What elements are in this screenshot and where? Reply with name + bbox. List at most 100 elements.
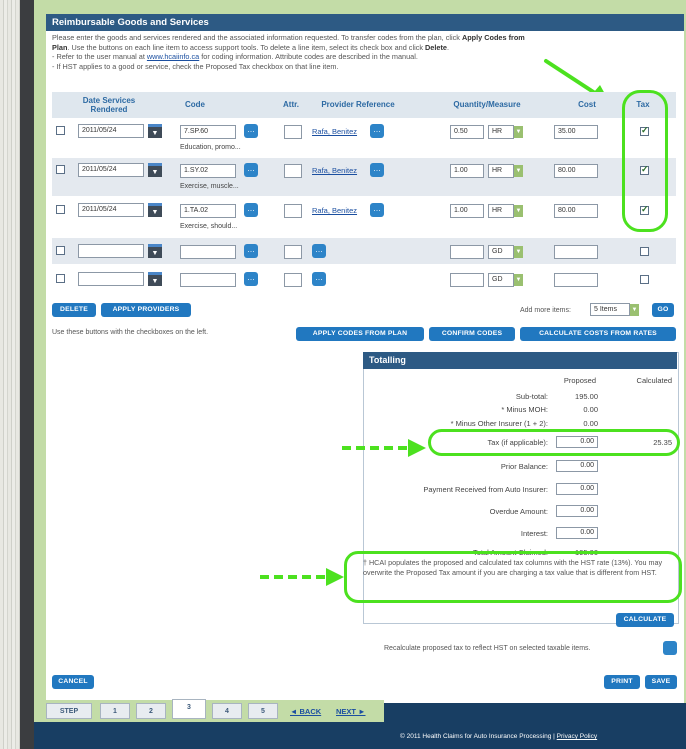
confirm-codes-button[interactable]: CONFIRM CODES	[429, 327, 515, 341]
date-input[interactable]: 2011/05/24	[78, 124, 144, 138]
provider-lookup-button[interactable]: …	[312, 244, 326, 258]
prior-balance-input[interactable]: 0.00	[556, 460, 598, 472]
attr-input[interactable]	[284, 164, 302, 178]
add-more-dropdown-icon[interactable]: ▼	[630, 304, 639, 316]
header-cost: Cost	[578, 100, 596, 109]
row-select-checkbox[interactable]	[56, 246, 65, 255]
date-input[interactable]	[78, 244, 144, 258]
provider-link[interactable]: Rafa, Benitez	[312, 127, 357, 136]
quantity-input[interactable]: 1.00	[450, 204, 484, 218]
dashed-arrow-tax	[342, 439, 426, 457]
quantity-input[interactable]: 0.50	[450, 125, 484, 139]
quantity-input[interactable]	[450, 245, 484, 259]
calendar-dropdown-icon[interactable]: ▼	[148, 272, 162, 286]
header-attr: Attr.	[283, 100, 299, 109]
print-button[interactable]: PRINT	[604, 675, 640, 689]
row-select-checkbox[interactable]	[56, 274, 65, 283]
code-input[interactable]	[180, 273, 236, 287]
prior-balance-label: Prior Balance:	[500, 462, 548, 471]
back-link[interactable]: ◄ BACK	[290, 707, 321, 716]
col-proposed: Proposed	[563, 376, 596, 385]
quantity-input[interactable]	[450, 273, 484, 287]
recalc-label: Recalculate proposed tax to reflect HST …	[384, 645, 591, 652]
overdue-input[interactable]: 0.00	[556, 505, 598, 517]
calculate-costs-button[interactable]: CALCULATE COSTS FROM RATES	[520, 327, 676, 341]
date-input[interactable]: 2011/05/24	[78, 203, 144, 217]
provider-lookup-button[interactable]: …	[370, 163, 384, 177]
attr-input[interactable]	[284, 273, 302, 287]
calendar-dropdown-icon[interactable]: ▼	[148, 244, 162, 258]
apply-codes-from-plan-button[interactable]: APPLY CODES FROM PLAN	[296, 327, 424, 341]
cost-input[interactable]	[554, 273, 598, 287]
calendar-dropdown-icon[interactable]: ▼	[148, 124, 162, 138]
tax-checkbox[interactable]	[640, 275, 649, 284]
step-2[interactable]: 2	[136, 703, 166, 719]
cancel-button[interactable]: CANCEL	[52, 675, 94, 689]
apply-providers-button[interactable]: APPLY PROVIDERS	[101, 303, 191, 317]
go-button[interactable]: GO	[652, 303, 674, 317]
code-input[interactable]	[180, 245, 236, 259]
instr-text: Please enter the goods and services rend…	[52, 33, 462, 42]
header-code: Code	[185, 100, 205, 109]
calculate-button[interactable]: CALCULATE	[616, 613, 674, 627]
code-lookup-button[interactable]: …	[244, 272, 258, 286]
cost-input[interactable]: 35.00	[554, 125, 598, 139]
measure-select[interactable]: GD	[488, 245, 514, 259]
attr-input[interactable]	[284, 245, 302, 259]
instr-bold: Apply Codes from	[461, 33, 525, 42]
measure-select[interactable]: HR	[488, 164, 514, 178]
cost-input[interactable]	[554, 245, 598, 259]
save-button[interactable]: SAVE	[645, 675, 677, 689]
calendar-dropdown-icon[interactable]: ▼	[148, 203, 162, 217]
date-input[interactable]	[78, 272, 144, 286]
step-5[interactable]: 5	[248, 703, 278, 719]
tax-column-highlight	[622, 90, 668, 232]
attr-input[interactable]	[284, 204, 302, 218]
measure-dropdown-icon[interactable]: ▼	[514, 246, 523, 258]
calendar-dropdown-icon[interactable]: ▼	[148, 163, 162, 177]
step-1[interactable]: 1	[100, 703, 130, 719]
quantity-input[interactable]: 1.00	[450, 164, 484, 178]
tax-checkbox[interactable]	[640, 247, 649, 256]
date-input[interactable]: 2011/05/24	[78, 163, 144, 177]
provider-lookup-button[interactable]: …	[370, 124, 384, 138]
provider-lookup-button[interactable]: …	[370, 203, 384, 217]
measure-dropdown-icon[interactable]: ▼	[514, 165, 523, 177]
cost-input[interactable]: 80.00	[554, 164, 598, 178]
code-input[interactable]: 1.TA.02	[180, 204, 236, 218]
code-lookup-button[interactable]: …	[244, 203, 258, 217]
provider-lookup-button[interactable]: …	[312, 272, 326, 286]
attr-input[interactable]	[284, 125, 302, 139]
step-4[interactable]: 4	[212, 703, 242, 719]
recalc-checkbox[interactable]	[663, 641, 677, 655]
measure-dropdown-icon[interactable]: ▼	[514, 126, 523, 138]
cost-input[interactable]: 80.00	[554, 204, 598, 218]
measure-select[interactable]: HR	[488, 125, 514, 139]
code-lookup-button[interactable]: …	[244, 244, 258, 258]
measure-select[interactable]: HR	[488, 204, 514, 218]
manual-link[interactable]: www.hcaiinfo.ca	[147, 52, 199, 61]
provider-link[interactable]: Rafa, Benitez	[312, 206, 357, 215]
code-lookup-button[interactable]: …	[244, 163, 258, 177]
code-input[interactable]: 1.SY.02	[180, 164, 236, 178]
code-input[interactable]: 7.SP.60	[180, 125, 236, 139]
code-description: Education, promo...	[180, 144, 241, 151]
add-more-select[interactable]: 5 Items	[590, 303, 630, 316]
delete-button[interactable]: DELETE	[52, 303, 96, 317]
row-select-checkbox[interactable]	[56, 165, 65, 174]
measure-dropdown-icon[interactable]: ▼	[514, 205, 523, 217]
code-lookup-button[interactable]: …	[244, 124, 258, 138]
step-3-current[interactable]: 3	[172, 699, 206, 719]
row-select-checkbox[interactable]	[56, 126, 65, 135]
provider-link[interactable]: Rafa, Benitez	[312, 166, 357, 175]
table-row: ▼ … … GD ▼	[52, 238, 676, 264]
privacy-policy-link[interactable]: Privacy Policy	[557, 733, 597, 740]
interest-input[interactable]: 0.00	[556, 527, 598, 539]
next-link[interactable]: NEXT ►	[336, 707, 366, 716]
tax-row-highlight	[428, 429, 680, 456]
overdue-label: Overdue Amount:	[489, 507, 548, 516]
measure-select[interactable]: GD	[488, 273, 514, 287]
row-select-checkbox[interactable]	[56, 205, 65, 214]
measure-dropdown-icon[interactable]: ▼	[514, 274, 523, 286]
payment-input[interactable]: 0.00	[556, 483, 598, 495]
